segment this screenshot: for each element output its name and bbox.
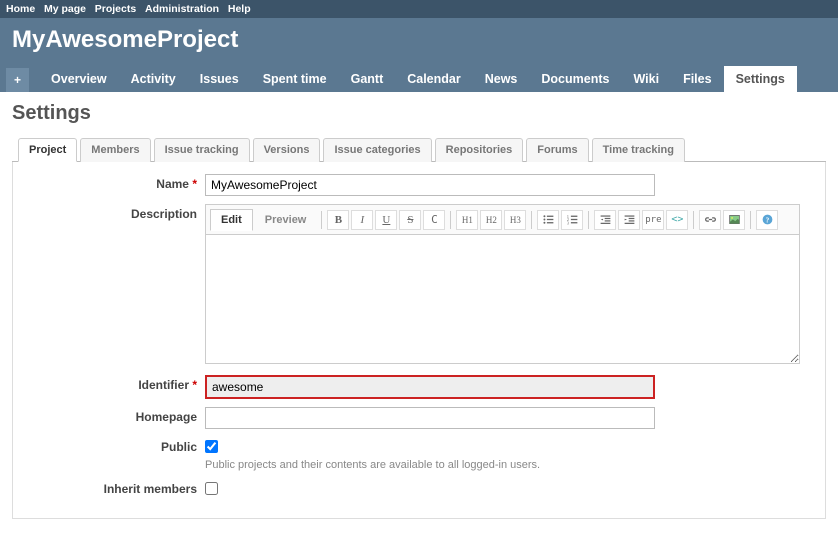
italic-icon[interactable]: I [351, 210, 373, 230]
topmenu-help[interactable]: Help [228, 3, 251, 15]
public-label: Public [161, 440, 197, 454]
topmenu-mypage[interactable]: My page [44, 3, 86, 15]
subtab-members[interactable]: Members [80, 138, 150, 162]
subtab-issue-tracking[interactable]: Issue tracking [154, 138, 250, 162]
subtab-repositories[interactable]: Repositories [435, 138, 524, 162]
inherit-checkbox[interactable] [205, 482, 218, 495]
tab-gantt[interactable]: Gantt [339, 66, 396, 92]
tab-issues[interactable]: Issues [188, 66, 251, 92]
form-box: Name * Description Edit Preview B I U S … [12, 162, 826, 519]
tab-activity[interactable]: Activity [119, 66, 188, 92]
public-hint: Public projects and their contents are a… [205, 459, 540, 471]
separator [750, 211, 751, 229]
tab-spent-time[interactable]: Spent time [251, 66, 339, 92]
tab-documents[interactable]: Documents [529, 66, 621, 92]
svg-text:3: 3 [567, 220, 569, 225]
page-title: Settings [12, 102, 826, 125]
underline-icon[interactable]: U [375, 210, 397, 230]
subtab-project[interactable]: Project [18, 138, 77, 162]
add-button[interactable]: + [6, 68, 29, 92]
subtab-versions[interactable]: Versions [253, 138, 321, 162]
required-mark: * [192, 378, 197, 392]
settings-tabs: Project Members Issue tracking Versions … [12, 137, 826, 162]
bold-icon[interactable]: B [327, 210, 349, 230]
indent-icon[interactable] [618, 210, 640, 230]
project-title: MyAwesomeProject [12, 26, 826, 54]
separator [321, 211, 322, 229]
inherit-label: Inherit members [104, 482, 197, 496]
topmenu-home[interactable]: Home [6, 3, 35, 15]
topmenu-admin[interactable]: Administration [145, 3, 219, 15]
codeblock-icon[interactable]: <> [666, 210, 688, 230]
subtab-issue-categories[interactable]: Issue categories [323, 138, 431, 162]
editor-tab-edit[interactable]: Edit [210, 209, 253, 231]
identifier-label: Identifier [138, 378, 189, 392]
description-label: Description [131, 207, 197, 221]
name-label: Name [156, 177, 189, 191]
tab-wiki[interactable]: Wiki [621, 66, 671, 92]
topmenu-projects[interactable]: Projects [95, 3, 136, 15]
homepage-label: Homepage [136, 410, 197, 424]
tab-calendar[interactable]: Calendar [395, 66, 473, 92]
strike-icon[interactable]: S [399, 210, 421, 230]
editor-toolbar: Edit Preview B I U S C H1 H2 H3 [205, 204, 800, 234]
outdent-icon[interactable] [594, 210, 616, 230]
subtab-forums[interactable]: Forums [526, 138, 588, 162]
tab-files[interactable]: Files [671, 66, 724, 92]
homepage-input[interactable] [205, 407, 655, 429]
required-mark: * [192, 177, 197, 191]
separator [693, 211, 694, 229]
identifier-input[interactable] [205, 375, 655, 399]
svg-text:?: ? [766, 215, 770, 224]
content: Settings Project Members Issue tracking … [0, 92, 838, 529]
ol-icon[interactable]: 123 [561, 210, 583, 230]
ul-icon[interactable] [537, 210, 559, 230]
tab-news[interactable]: News [473, 66, 530, 92]
tab-settings[interactable]: Settings [724, 66, 797, 92]
tab-overview[interactable]: Overview [39, 66, 119, 92]
image-icon[interactable] [723, 210, 745, 230]
h2-icon[interactable]: H2 [480, 210, 502, 230]
h3-icon[interactable]: H3 [504, 210, 526, 230]
main-menu: + Overview Activity Issues Spent time Ga… [0, 66, 838, 92]
header: MyAwesomeProject [0, 18, 838, 66]
editor-tab-preview[interactable]: Preview [255, 210, 317, 230]
top-menu: Home My page Projects Administration Hel… [0, 0, 838, 18]
help-icon[interactable]: ? [756, 210, 778, 230]
h1-icon[interactable]: H1 [456, 210, 478, 230]
public-checkbox[interactable] [205, 440, 218, 453]
separator [450, 211, 451, 229]
code-icon[interactable]: C [423, 210, 445, 230]
description-textarea[interactable] [205, 234, 800, 364]
editor: Edit Preview B I U S C H1 H2 H3 [205, 204, 800, 367]
separator [588, 211, 589, 229]
link-icon[interactable] [699, 210, 721, 230]
name-input[interactable] [205, 174, 655, 196]
pre-icon[interactable]: pre [642, 210, 664, 230]
subtab-time-tracking[interactable]: Time tracking [592, 138, 685, 162]
separator [531, 211, 532, 229]
